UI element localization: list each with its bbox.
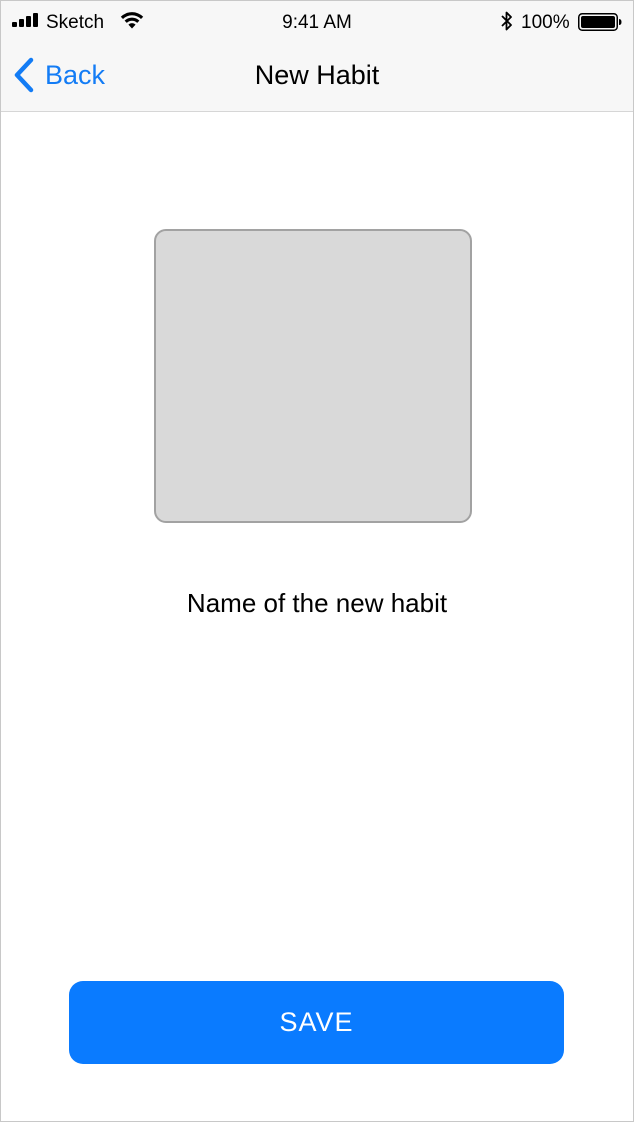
battery-icon <box>578 13 622 31</box>
habit-image-placeholder[interactable] <box>154 229 472 523</box>
top-bar: Sketch 9:41 AM 100% Back New Habit <box>1 1 633 112</box>
bluetooth-icon <box>501 11 512 31</box>
navigation-bar: Back New Habit <box>1 43 633 111</box>
save-button[interactable]: SAVE <box>69 981 564 1064</box>
habit-name-label[interactable]: Name of the new habit <box>1 585 633 621</box>
status-bar: Sketch 9:41 AM 100% <box>1 1 633 43</box>
battery-percent: 100% <box>521 12 570 33</box>
app-screen: Sketch 9:41 AM 100% Back New Habit Name … <box>0 0 634 1122</box>
page-title: New Habit <box>254 60 380 90</box>
